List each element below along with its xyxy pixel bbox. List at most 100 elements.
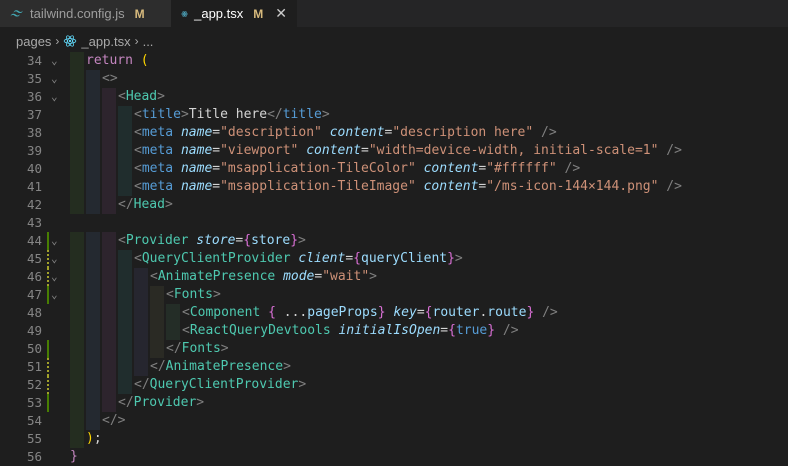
- git-change-marker[interactable]: [47, 394, 49, 412]
- line-number: 50: [26, 341, 42, 356]
- code-token: "/ms-icon-144×144.png": [486, 179, 659, 194]
- indent-guide: [70, 52, 84, 70]
- indent-guide: [86, 340, 100, 358]
- code-token: {: [268, 305, 276, 320]
- code-token: "#ffffff": [486, 161, 557, 176]
- indent-guide: [166, 322, 180, 340]
- code-text: }: [70, 448, 78, 466]
- git-change-marker[interactable]: [47, 268, 49, 286]
- fold-chevron-icon[interactable]: ⌄: [51, 70, 63, 88]
- code-token: <: [182, 323, 190, 338]
- code-token: (: [140, 53, 149, 68]
- breadcrumb-folder[interactable]: pages: [16, 34, 51, 49]
- git-change-marker[interactable]: [47, 286, 49, 304]
- code-line[interactable]: 50 </Fonts>: [0, 340, 788, 358]
- code-line[interactable]: 40 <meta name="msapplication-TileColor" c…: [0, 160, 788, 178]
- code-token: name: [180, 143, 213, 158]
- code-line[interactable]: 37 <title>Title here</title>: [0, 106, 788, 124]
- code-token: content: [329, 125, 385, 140]
- line-number: 45: [26, 251, 42, 266]
- code-line[interactable]: 43: [0, 214, 788, 232]
- code-line[interactable]: 51 </AnimatePresence>: [0, 358, 788, 376]
- code-line[interactable]: 52 </QueryClientProvider>: [0, 376, 788, 394]
- code-line[interactable]: 47 ⌄ <Fonts>: [0, 286, 788, 304]
- indent-guide: [70, 304, 84, 322]
- code-line[interactable]: 38 <meta name="description" content="desc…: [0, 124, 788, 142]
- code-line[interactable]: 53 </Provider>: [0, 394, 788, 412]
- git-change-marker[interactable]: [47, 358, 49, 376]
- code-token: meta: [141, 125, 174, 140]
- code-line[interactable]: 42 </Head>: [0, 196, 788, 214]
- git-change-marker[interactable]: [47, 340, 49, 358]
- fold-chevron-icon[interactable]: ⌄: [51, 250, 63, 268]
- indent-guide: [70, 196, 84, 214]
- indent-guide: [102, 376, 116, 394]
- line-number: 52: [26, 377, 42, 392]
- fold-chevron-icon[interactable]: ⌄: [51, 268, 63, 286]
- code-line[interactable]: 34 ⌄ return (: [0, 52, 788, 70]
- code-token: <: [150, 269, 158, 284]
- line-number: 37: [26, 107, 42, 122]
- code-line[interactable]: 39 <meta name="viewport" content="width=d…: [0, 142, 788, 160]
- code-token: >: [283, 359, 291, 374]
- tab-app-tsx[interactable]: _app.tsx M ✕: [171, 0, 297, 27]
- code-line[interactable]: 41 <meta name="msapplication-TileImage" c…: [0, 178, 788, 196]
- code-line[interactable]: 55);: [0, 430, 788, 448]
- code-line[interactable]: 56}: [0, 448, 788, 466]
- indent-guide: [102, 232, 116, 250]
- code-text: return (: [86, 52, 149, 70]
- code-token: =: [440, 323, 449, 338]
- line-number: 34: [26, 53, 42, 68]
- indent-guide: [86, 376, 100, 394]
- code-line[interactable]: 48 <Component { ...pageProps} key={router…: [0, 304, 788, 322]
- code-text: <Fonts>: [166, 286, 221, 304]
- fold-chevron-icon[interactable]: ⌄: [51, 88, 63, 106]
- indent-guide: [86, 232, 100, 250]
- code-editor[interactable]: 34 ⌄ return (35 ⌄ <> 36 ⌄ <Head> 37 <title>Title …: [0, 52, 788, 466]
- code-token: >: [454, 251, 463, 266]
- code-token: <: [134, 125, 142, 140]
- indent-guide: [70, 142, 84, 160]
- git-change-marker[interactable]: [47, 376, 49, 394]
- indent-guide: [86, 124, 100, 142]
- line-number: 51: [26, 359, 42, 374]
- code-token: Head: [125, 89, 158, 104]
- code-token: <: [134, 143, 142, 158]
- git-change-marker[interactable]: [47, 250, 49, 268]
- code-text: <AnimatePresence mode="wait">: [150, 268, 377, 286]
- code-token: name: [180, 179, 213, 194]
- fold-chevron-icon[interactable]: ⌄: [51, 52, 63, 70]
- indent-guide: [86, 358, 100, 376]
- git-change-marker[interactable]: [47, 232, 49, 250]
- indent-guide: [70, 412, 84, 430]
- breadcrumb-file[interactable]: _app.tsx: [81, 34, 130, 49]
- indent-guide: [134, 358, 148, 376]
- close-icon[interactable]: ✕: [275, 5, 287, 22]
- tab-tailwind-config[interactable]: tailwind.config.js M: [0, 0, 171, 27]
- fold-chevron-icon[interactable]: ⌄: [51, 286, 63, 304]
- code-token: Component: [189, 305, 261, 320]
- code-token: >: [157, 89, 165, 104]
- tab-label: _app.tsx: [194, 6, 244, 21]
- code-line[interactable]: 49 <ReactQueryDevtools initialIsOpen={tru…: [0, 322, 788, 340]
- fold-chevron-icon[interactable]: ⌄: [51, 232, 63, 250]
- code-token: Provider: [133, 395, 197, 410]
- indent-guide: [70, 88, 84, 106]
- line-number: 44: [26, 233, 42, 248]
- code-token: QueryClientProvider: [141, 251, 291, 266]
- code-line[interactable]: 36 ⌄ <Head>: [0, 88, 788, 106]
- code-line[interactable]: 54 </>: [0, 412, 788, 430]
- code-token: </: [150, 359, 166, 374]
- code-line[interactable]: 35 ⌄ <>: [0, 70, 788, 88]
- code-line[interactable]: 45 ⌄ <QueryClientProvider client={queryCli…: [0, 250, 788, 268]
- code-token: Provider: [125, 233, 189, 248]
- indent-guide: [118, 358, 132, 376]
- code-line[interactable]: 46 ⌄ <AnimatePresence mode="wait">: [0, 268, 788, 286]
- breadcrumb-more[interactable]: ...: [143, 34, 154, 49]
- code-line[interactable]: 44 ⌄ <Provider store={store}>: [0, 232, 788, 250]
- indent-guide: [118, 322, 132, 340]
- indent-guide: [86, 322, 100, 340]
- code-text: <Head>: [118, 88, 165, 106]
- indent-guide: [118, 160, 132, 178]
